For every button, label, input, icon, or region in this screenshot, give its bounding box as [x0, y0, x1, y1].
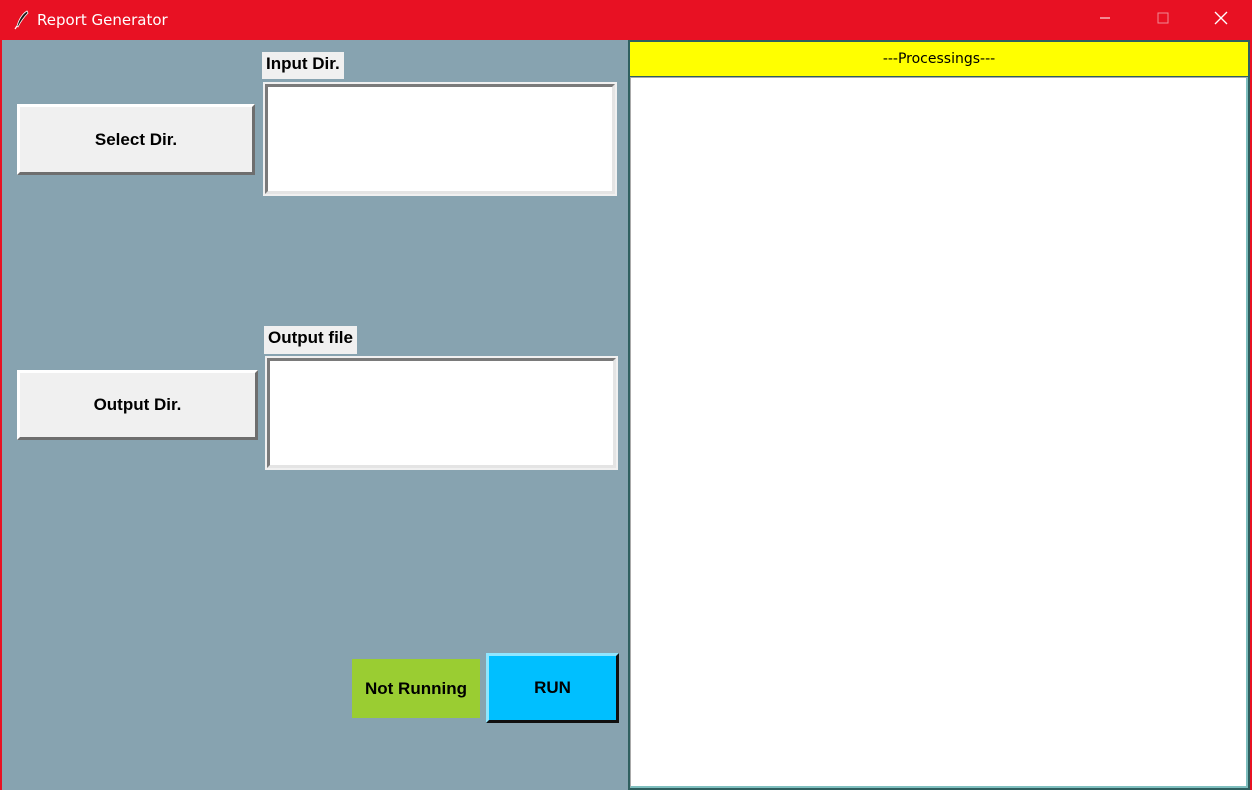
minimize-icon [1099, 11, 1111, 29]
processing-log[interactable] [630, 77, 1248, 788]
window-title: Report Generator [37, 11, 168, 29]
title-bar[interactable]: Report Generator [0, 0, 1252, 40]
close-icon [1214, 11, 1228, 30]
status-indicator: Not Running [352, 659, 480, 718]
input-dir-field[interactable] [263, 82, 617, 196]
feather-icon [13, 10, 31, 30]
app-window: Report Generator Select Dir. Input Dir. … [0, 0, 1252, 790]
input-dir-label: Input Dir. [262, 52, 344, 79]
controls-panel: Select Dir. Input Dir. Output Dir. Outpu… [2, 40, 628, 790]
processing-panel: ---Processings--- [628, 40, 1250, 790]
close-button[interactable] [1192, 0, 1250, 40]
run-button[interactable]: RUN [486, 653, 619, 723]
maximize-button[interactable] [1134, 0, 1192, 40]
output-file-label: Output file [264, 326, 357, 354]
output-dir-button[interactable]: Output Dir. [17, 370, 258, 440]
processing-header: ---Processings--- [630, 42, 1248, 76]
select-dir-button[interactable]: Select Dir. [17, 104, 255, 175]
maximize-icon [1157, 11, 1169, 29]
minimize-button[interactable] [1076, 0, 1134, 40]
output-file-field[interactable] [265, 356, 618, 470]
content-area: Select Dir. Input Dir. Output Dir. Outpu… [2, 40, 1250, 790]
